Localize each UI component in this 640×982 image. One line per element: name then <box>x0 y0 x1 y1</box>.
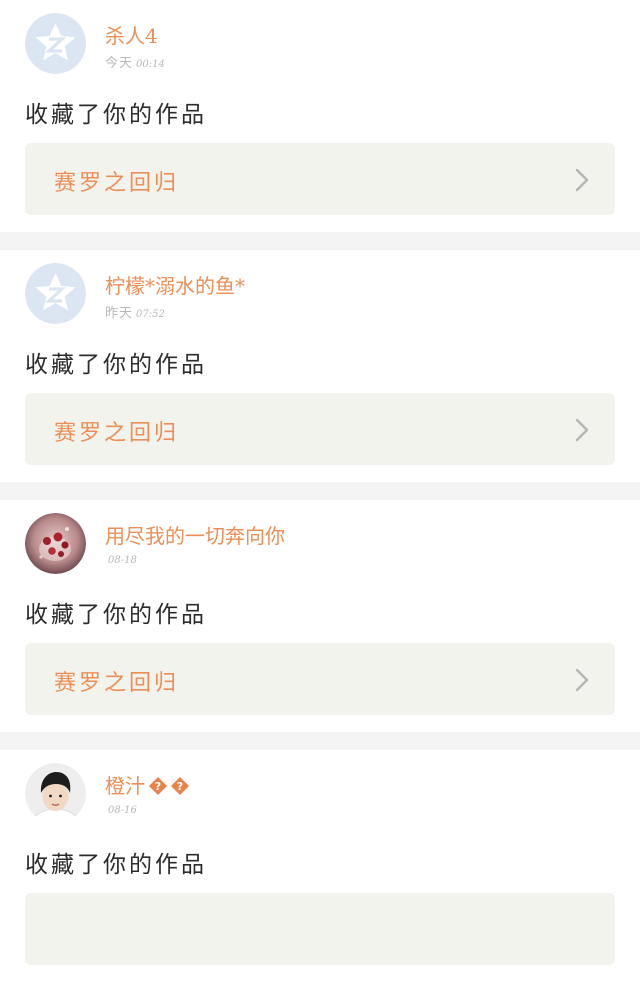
svg-text:?: ? <box>177 780 183 793</box>
avatar[interactable] <box>25 263 86 324</box>
question-diamond-icon: ? <box>149 776 167 795</box>
timestamp: 今天 00:14 <box>105 56 165 71</box>
avatar[interactable] <box>25 763 86 824</box>
work-link[interactable]: 赛罗之回归 <box>25 643 615 715</box>
divider <box>0 732 640 750</box>
qq-default-avatar-icon <box>25 13 86 74</box>
chevron-right-icon <box>575 418 589 442</box>
question-diamond-icon: ? <box>171 776 189 795</box>
username[interactable]: 柠檬*溺水的鱼* <box>105 270 245 299</box>
action-text: 收藏了你的作品 <box>25 352 207 378</box>
work-title: 赛罗之回归 <box>54 671 180 696</box>
timestamp: 08-16 <box>108 805 137 816</box>
chevron-right-icon <box>575 168 589 192</box>
work-link[interactable]: 赛罗之回归 <box>25 143 615 215</box>
work-link[interactable] <box>25 893 615 965</box>
timestamp: 08-18 <box>108 555 137 566</box>
rose-photo-avatar <box>25 513 86 574</box>
username[interactable]: 橙汁?? <box>105 770 189 799</box>
username[interactable]: 杀人4 <box>105 20 158 49</box>
notification-item: 橙汁?? 08-16 收藏了你的作品 <box>0 750 640 982</box>
username[interactable]: 用尽我的一切奔向你 <box>105 520 285 549</box>
divider <box>0 232 640 250</box>
action-text: 收藏了你的作品 <box>25 602 207 628</box>
work-title: 赛罗之回归 <box>54 171 180 196</box>
avatar[interactable] <box>25 513 86 574</box>
notification-item: 杀人4 今天 00:14 收藏了你的作品 赛罗之回归 <box>0 0 640 232</box>
notification-feed: 杀人4 今天 00:14 收藏了你的作品 赛罗之回归 柠檬*溺水的鱼* 昨天 07:… <box>0 0 640 982</box>
notification-item: 用尽我的一切奔向你 08-18 收藏了你的作品 赛罗之回归 <box>0 500 640 732</box>
boy-photo-avatar <box>25 763 86 824</box>
work-title: 赛罗之回归 <box>54 421 180 446</box>
action-text: 收藏了你的作品 <box>25 102 207 128</box>
divider <box>0 482 640 500</box>
work-link[interactable]: 赛罗之回归 <box>25 393 615 465</box>
chevron-right-icon <box>575 668 589 692</box>
notification-item: 柠檬*溺水的鱼* 昨天 07:52 收藏了你的作品 赛罗之回归 <box>0 250 640 482</box>
avatar[interactable] <box>25 13 86 74</box>
action-text: 收藏了你的作品 <box>25 852 207 878</box>
timestamp: 昨天 07:52 <box>105 306 165 321</box>
svg-text:?: ? <box>155 780 161 793</box>
qq-default-avatar-icon <box>25 263 86 324</box>
